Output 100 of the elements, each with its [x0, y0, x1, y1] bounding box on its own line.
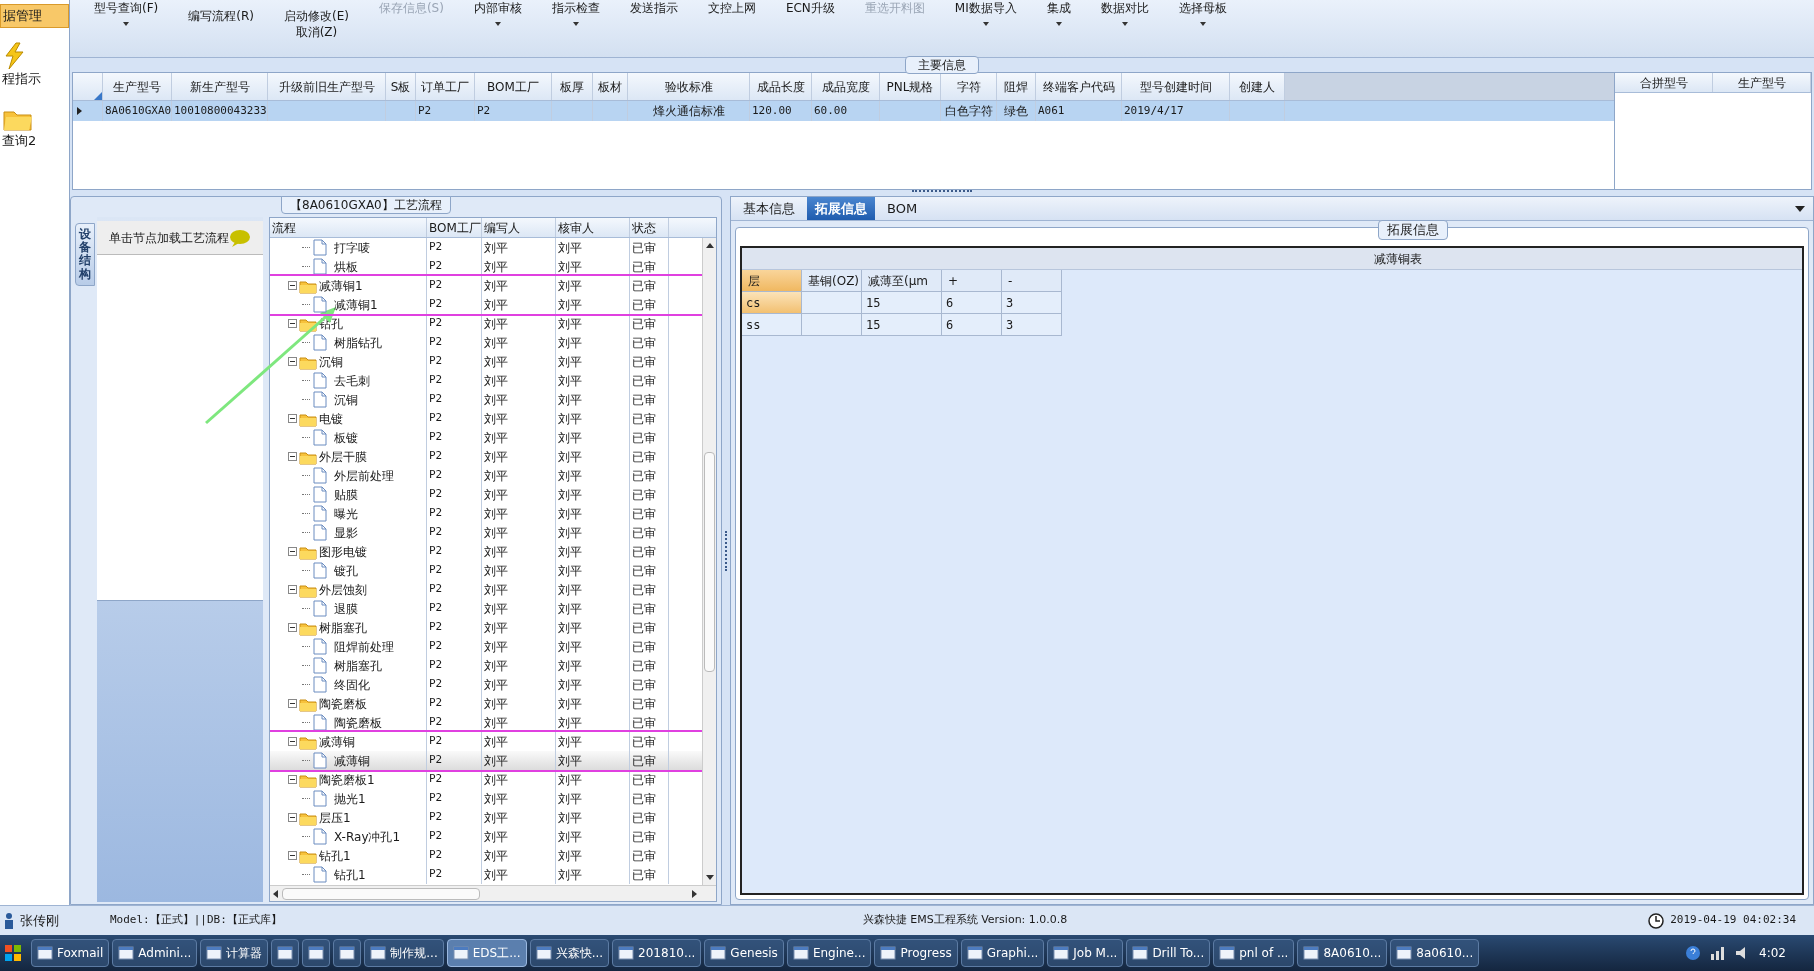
collapse-toggle-icon[interactable] — [288, 623, 297, 632]
tree-row[interactable]: 曝光 P2 刘平 刘平 已审 — [270, 504, 702, 523]
taskbar-button[interactable]: EDS工... — [446, 939, 527, 967]
taskbar-button[interactable]: Graphi... — [960, 939, 1045, 967]
tree-row[interactable]: 镀孔 P2 刘平 刘平 已审 — [270, 561, 702, 580]
collapse-toggle-icon[interactable] — [288, 452, 297, 461]
column-header[interactable]: 生产型号 — [1713, 73, 1811, 92]
caret-icon[interactable] — [1055, 22, 1062, 26]
splitter-handle[interactable] — [912, 190, 972, 194]
tree-row[interactable]: 板镀 P2 刘平 刘平 已审 — [270, 428, 702, 447]
column-header[interactable]: 板厚 — [552, 73, 593, 100]
tree-row[interactable]: 外层蚀刻 P2 刘平 刘平 已审 — [270, 580, 702, 599]
tree-row[interactable]: 钻孔1 P2 刘平 刘平 已审 — [270, 865, 702, 884]
toolbar-button[interactable]: 内部审核 — [469, 0, 526, 16]
taskbar-button[interactable]: 计算器 — [200, 939, 269, 967]
tree-row[interactable]: 电镀 P2 刘平 刘平 已审 — [270, 409, 702, 428]
toolbar-button[interactable]: MI数据导入 — [950, 0, 1021, 16]
tree-row[interactable]: 外层干膜 P2 刘平 刘平 已审 — [270, 447, 702, 466]
caret-icon[interactable] — [1199, 22, 1206, 26]
tree-row[interactable]: 减薄铜 P2 刘平 刘平 已审 — [270, 751, 702, 770]
column-header[interactable]: 新生产型号 — [172, 73, 268, 100]
collapse-toggle-icon[interactable] — [288, 547, 297, 556]
column-header[interactable]: S板 — [386, 73, 416, 100]
tree-row[interactable]: 树脂塞孔 P2 刘平 刘平 已审 — [270, 618, 702, 637]
tree-row[interactable]: 减薄铜1 P2 刘平 刘平 已审 — [270, 276, 702, 295]
column-header[interactable]: 终端客户代码 — [1036, 73, 1122, 100]
collapse-toggle-icon[interactable] — [288, 281, 297, 290]
tree-row[interactable]: X-Ray冲孔1 P2 刘平 刘平 已审 — [270, 827, 702, 846]
caret-icon[interactable] — [123, 22, 130, 26]
taskbar-button[interactable]: 兴森快... — [529, 939, 610, 967]
tree-row[interactable]: 显影 P2 刘平 刘平 已审 — [270, 523, 702, 542]
caret-icon[interactable] — [494, 22, 501, 26]
taskbar-button[interactable] — [302, 939, 331, 967]
tab[interactable]: 拓展信息 — [807, 197, 875, 220]
taskbar-button[interactable]: Genesis — [704, 939, 784, 967]
column-header[interactable]: 减薄至(μm — [862, 270, 942, 292]
column-header[interactable]: 升级前旧生产型号 — [268, 73, 386, 100]
column-header[interactable]: 型号创建时间 — [1122, 73, 1230, 100]
column-header[interactable]: - — [1002, 270, 1062, 292]
taskbar-button[interactable]: Admini... — [112, 939, 198, 967]
column-header[interactable]: 层 — [742, 270, 802, 292]
toolbar-button[interactable]: ECN升级 — [781, 0, 839, 16]
tree-row[interactable]: 层压1 P2 刘平 刘平 已审 — [270, 808, 702, 827]
collapse-toggle-icon[interactable] — [288, 737, 297, 746]
column-header[interactable]: 板材 — [593, 73, 628, 100]
row-header[interactable]: cs — [742, 292, 802, 314]
tree-row[interactable]: 陶瓷磨板1 P2 刘平 刘平 已审 — [270, 770, 702, 789]
caret-icon[interactable] — [572, 22, 579, 26]
tree-row[interactable]: 去毛刺 P2 刘平 刘平 已审 — [270, 371, 702, 390]
taskbar-button[interactable]: Foxmail — [31, 939, 110, 967]
collapse-toggle-icon[interactable] — [288, 813, 297, 822]
tree-row[interactable]: 打字唛 P2 刘平 刘平 已审 — [270, 238, 702, 257]
tree-row[interactable]: 树脂塞孔 P2 刘平 刘平 已审 — [270, 656, 702, 675]
column-header[interactable]: BOM工厂 — [427, 218, 482, 237]
side-tab[interactable]: 设备结构 — [75, 223, 95, 286]
column-header[interactable]: 流程 — [270, 218, 427, 237]
table-row[interactable]: 8A0610GXA0 10010800043233 P2 P2 烽火通信标准 120.00 60.00 白色字符 绿色 A061 2019/4/17 — [73, 101, 1614, 121]
column-header[interactable]: 状态 — [630, 218, 669, 237]
tree-row[interactable]: 抛光1 P2 刘平 刘平 已审 — [270, 789, 702, 808]
taskbar-button[interactable] — [271, 939, 300, 967]
toolbar-button[interactable]: 编写流程(R) — [184, 8, 258, 24]
column-header[interactable]: + — [942, 270, 1002, 292]
column-header[interactable]: 字符 — [941, 73, 997, 100]
column-header[interactable]: 生产型号 — [103, 73, 172, 100]
column-header[interactable]: 阻焊 — [997, 73, 1036, 100]
row-header[interactable]: ss — [742, 314, 802, 336]
toolbar-button[interactable]: 集成 — [1042, 0, 1075, 16]
taskbar-button[interactable]: Job M... — [1047, 939, 1124, 967]
taskbar-button[interactable]: 制作规... — [364, 939, 444, 967]
toolbar-button[interactable]: 发送指示 — [625, 0, 682, 16]
sidebar-item[interactable]: 程指示 — [0, 40, 69, 90]
tree-row[interactable]: 沉铜 P2 刘平 刘平 已审 — [270, 352, 702, 371]
column-header[interactable]: BOM工厂 — [475, 73, 552, 100]
collapse-toggle-icon[interactable] — [288, 319, 297, 328]
column-header[interactable]: 成品宽度 — [812, 73, 880, 100]
sidebar-item[interactable]: 据管理 — [0, 4, 69, 28]
collapse-toggle-icon[interactable] — [288, 699, 297, 708]
taskbar-button[interactable] — [333, 939, 362, 967]
taskbar-button[interactable]: 8a0610... — [1390, 939, 1480, 967]
taskbar-button[interactable]: pnl of ... — [1213, 939, 1295, 967]
sidebar-item[interactable]: 查询2 — [0, 102, 69, 152]
toolbar-button[interactable]: 指示检查 — [547, 0, 604, 16]
taskbar-button[interactable]: 8A0610... — [1297, 939, 1388, 967]
tree-row[interactable]: 外层前处理 P2 刘平 刘平 已审 — [270, 466, 702, 485]
horizontal-scrollbar[interactable] — [270, 885, 716, 901]
tree-row[interactable]: 沉铜 P2 刘平 刘平 已审 — [270, 390, 702, 409]
collapse-toggle-icon[interactable] — [288, 357, 297, 366]
toolbar-button[interactable]: 启动修改(E) 取消(Z) — [279, 8, 353, 40]
collapse-toggle-icon[interactable] — [288, 851, 297, 860]
column-header[interactable]: 合拼型号 — [1615, 73, 1713, 92]
column-header[interactable]: PNL规格 — [880, 73, 941, 100]
toolbar-button[interactable]: 型号查询(F) — [90, 0, 163, 16]
column-header[interactable]: 编写人 — [482, 218, 556, 237]
caret-icon[interactable] — [1121, 22, 1128, 26]
taskbar-button[interactable]: 201810... — [612, 939, 702, 967]
tree-row[interactable]: 阻焊前处理 P2 刘平 刘平 已审 — [270, 637, 702, 656]
tree-row[interactable]: 陶瓷磨板 P2 刘平 刘平 已审 — [270, 694, 702, 713]
column-header[interactable]: 验收标准 — [628, 73, 750, 100]
column-header[interactable]: 成品长度 — [750, 73, 812, 100]
vertical-scrollbar[interactable] — [702, 238, 716, 885]
